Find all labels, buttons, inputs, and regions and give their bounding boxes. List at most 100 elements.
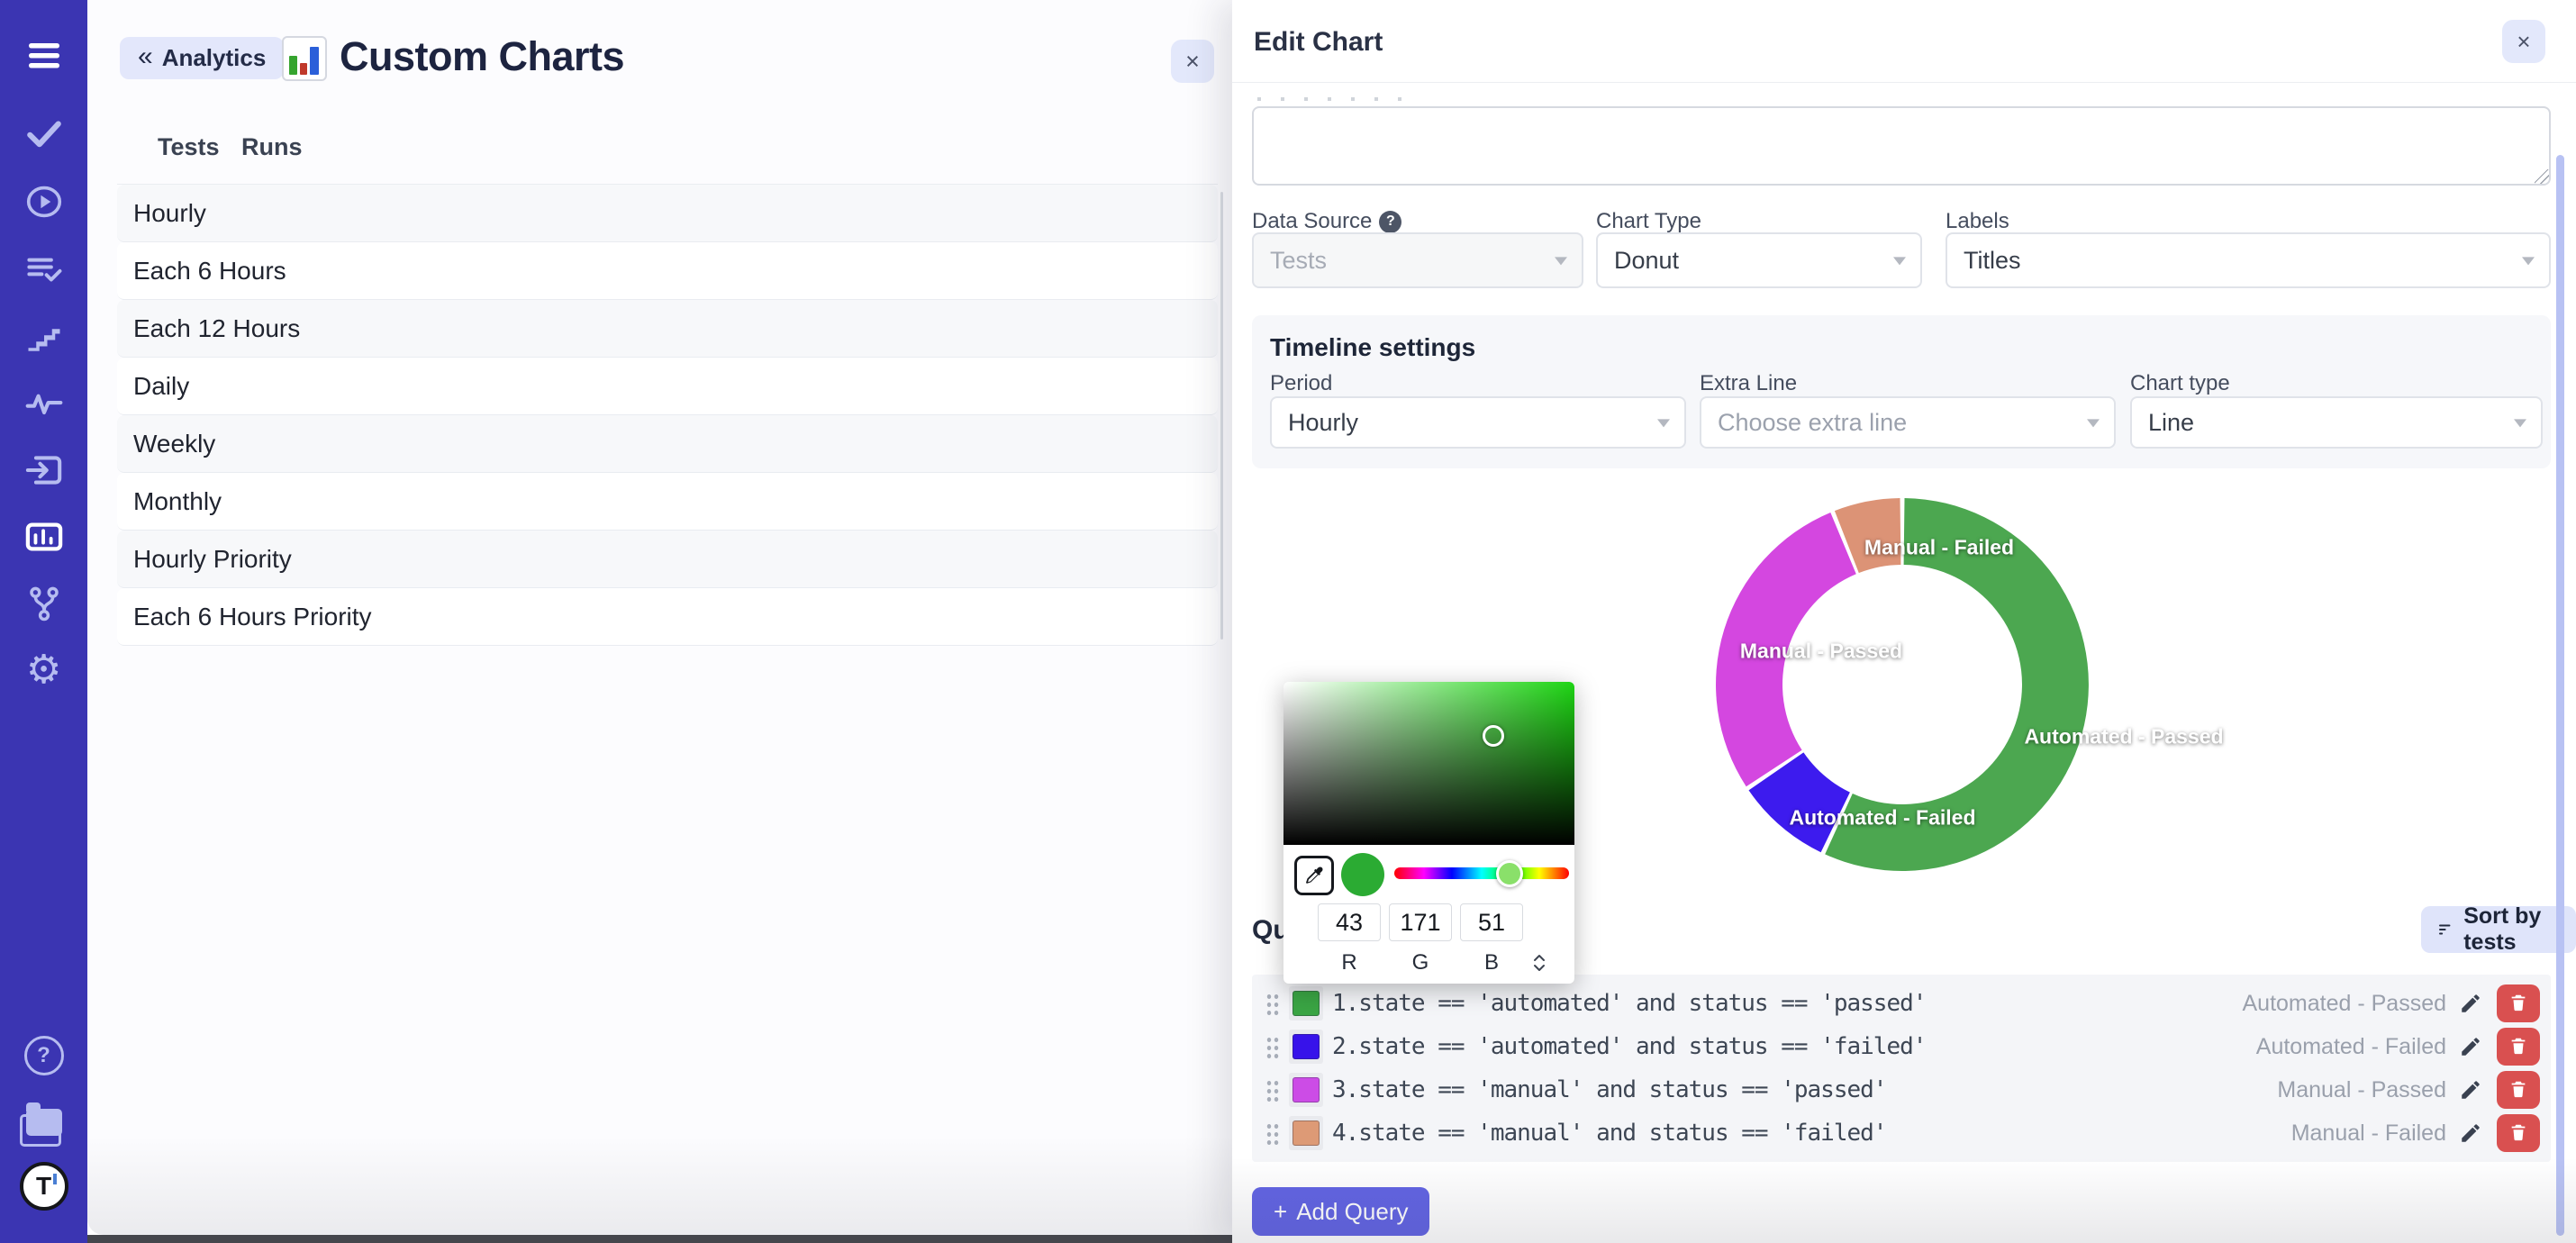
query-expression: 1.state == 'automated' and status == 'pa… — [1332, 990, 1926, 1017]
trash-icon — [2508, 1036, 2528, 1058]
edit-query-icon[interactable] — [2459, 992, 2482, 1015]
trash-icon — [2508, 1122, 2528, 1145]
drag-handle-icon[interactable] — [1265, 992, 1280, 1015]
gear-icon[interactable]: ⚙ — [0, 649, 87, 692]
red-label: R — [1318, 950, 1381, 975]
blue-input[interactable] — [1460, 903, 1523, 941]
trash-icon — [2508, 1079, 2528, 1102]
test-plans-list-icon[interactable] — [0, 250, 87, 290]
delete-query-button[interactable] — [2497, 984, 2540, 1022]
chart-list-item[interactable]: Weekly — [117, 415, 1218, 473]
bar-chart-emoji-icon — [282, 36, 327, 81]
analytics-back-button[interactable]: « Analytics — [120, 37, 284, 79]
green-label: G — [1389, 950, 1452, 975]
import-icon[interactable] — [0, 450, 87, 490]
edit-chart-drawer: Edit Chart × Data Source ? Chart Type La… — [1232, 0, 2576, 1243]
pulse-icon[interactable] — [0, 383, 87, 422]
sort-by-tests-button[interactable]: Sort by tests — [2421, 906, 2576, 953]
query-color-swatch[interactable] — [1289, 1116, 1323, 1150]
drawer-close-button[interactable]: × — [2502, 20, 2545, 63]
drag-handle-icon[interactable] — [1265, 1121, 1280, 1145]
data-source-help-icon[interactable]: ? — [1379, 211, 1401, 233]
delete-query-button[interactable] — [2497, 1114, 2540, 1152]
cropped-field-label — [1257, 97, 1410, 101]
analytics-bar-chart-icon[interactable] — [0, 517, 87, 557]
format-updown-icon[interactable] — [1532, 952, 1547, 974]
chart-list-item[interactable]: Hourly — [117, 185, 1218, 242]
period-label: Period — [1270, 371, 1332, 396]
sidebar: ⚙ ? T — [0, 0, 87, 1243]
textarea-resize-grip[interactable] — [2535, 169, 2549, 184]
extra-line-select[interactable]: Choose extra line — [1700, 396, 2116, 449]
branch-icon[interactable] — [0, 584, 87, 623]
labels-select[interactable]: Titles — [1946, 232, 2551, 288]
chart-type-label: Chart Type — [1596, 209, 1701, 234]
donut-label-manual-passed: Manual - Passed — [1740, 640, 1902, 664]
menu-icon[interactable] — [0, 34, 87, 77]
chevron-down-icon — [2522, 257, 2535, 265]
edit-query-icon[interactable] — [2459, 1035, 2482, 1058]
query-series-label: Automated - Passed — [2242, 991, 2446, 1017]
chart-title-textarea[interactable] — [1252, 106, 2551, 186]
runs-play-icon[interactable] — [0, 182, 87, 222]
donut-label-automated-passed: Automated - Passed — [2024, 725, 2223, 749]
steps-icon[interactable] — [0, 317, 87, 357]
donut-label-automated-failed: Automated - Failed — [1789, 806, 1975, 830]
tests-check-icon[interactable] — [0, 113, 87, 153]
eyedropper-button[interactable] — [1294, 856, 1334, 895]
help-icon[interactable]: ? — [0, 1036, 87, 1075]
tab-runs[interactable]: Runs — [241, 133, 303, 166]
hue-slider[interactable] — [1394, 867, 1569, 879]
query-row: 1.state == 'automated' and status == 'pa… — [1252, 982, 2551, 1025]
plus-icon: + — [1274, 1198, 1287, 1226]
drag-handle-icon[interactable] — [1265, 1035, 1280, 1058]
blue-label: B — [1460, 950, 1523, 975]
drawer-title: Edit Chart — [1254, 27, 1383, 58]
query-expression: 4.state == 'manual' and status == 'faile… — [1332, 1120, 1886, 1147]
chart-list-item[interactable]: Each 6 Hours Priority — [117, 588, 1218, 646]
chart-list-item[interactable]: Monthly — [117, 473, 1218, 531]
edit-query-icon[interactable] — [2459, 1121, 2482, 1145]
drag-handle-icon[interactable] — [1265, 1078, 1280, 1102]
delete-query-button[interactable] — [2497, 1071, 2540, 1109]
delete-query-button[interactable] — [2497, 1028, 2540, 1066]
query-series-label: Automated - Failed — [2256, 1034, 2446, 1060]
query-series-label: Manual - Failed — [2291, 1121, 2446, 1147]
chevron-down-icon — [1555, 257, 1567, 265]
timeline-chart-type-label: Chart type — [2130, 371, 2230, 396]
chart-list-scrollbar[interactable] — [1220, 192, 1223, 640]
window-bottom-edge — [0, 1235, 1243, 1243]
saturation-cursor[interactable] — [1483, 725, 1504, 747]
testomat-logo[interactable]: T — [0, 1164, 87, 1209]
drawer-scrollbar[interactable] — [2556, 155, 2564, 1236]
sort-icon — [2439, 921, 2453, 938]
query-row: 4.state == 'manual' and status == 'faile… — [1252, 1111, 2551, 1155]
query-color-swatch[interactable] — [1289, 1073, 1323, 1107]
chart-list-item[interactable]: Daily — [117, 358, 1218, 415]
red-input[interactable] — [1318, 903, 1381, 941]
chart-type-select[interactable]: Donut — [1596, 232, 1922, 288]
edit-query-icon[interactable] — [2459, 1078, 2482, 1102]
query-color-swatch[interactable] — [1289, 986, 1323, 1021]
drawer-bottom-fade — [1232, 1157, 2576, 1243]
data-source-select[interactable]: Tests — [1252, 232, 1583, 288]
page-title: Custom Charts — [340, 33, 624, 80]
donut-label-manual-failed: Manual - Failed — [1864, 536, 2014, 560]
query-color-swatch[interactable] — [1289, 1030, 1323, 1064]
panel-close-button[interactable]: × — [1171, 40, 1214, 83]
timeline-chart-type-select[interactable]: Line — [2130, 396, 2543, 449]
folder-icon[interactable] — [0, 1102, 87, 1142]
hue-slider-thumb[interactable] — [1496, 860, 1523, 887]
chevron-down-icon — [1893, 257, 1906, 265]
chevron-down-icon — [1657, 419, 1670, 427]
saturation-area[interactable] — [1283, 682, 1574, 845]
green-input[interactable] — [1389, 903, 1452, 941]
chart-list-item[interactable]: Each 12 Hours — [117, 300, 1218, 358]
chart-list-item[interactable]: Each 6 Hours — [117, 242, 1218, 300]
tab-tests[interactable]: Tests — [158, 133, 220, 166]
period-select[interactable]: Hourly — [1270, 396, 1686, 449]
chart-list-item[interactable]: Hourly Priority — [117, 531, 1218, 588]
data-source-label: Data Source ? — [1252, 209, 1401, 234]
add-query-button[interactable]: + Add Query — [1252, 1187, 1429, 1236]
query-series-label: Manual - Passed — [2277, 1077, 2446, 1103]
